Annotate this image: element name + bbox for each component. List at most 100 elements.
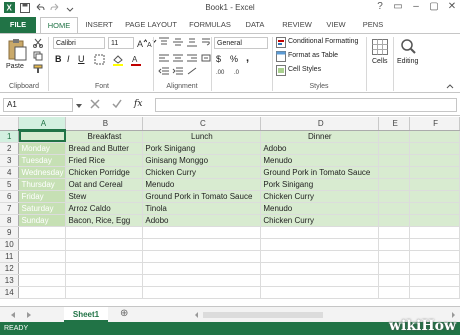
cell[interactable] (142, 238, 262, 251)
cell-lunch[interactable]: Chicken Curry (142, 166, 262, 179)
cell[interactable] (409, 202, 460, 215)
cut-icon[interactable] (33, 38, 43, 50)
column-header-b[interactable]: B (65, 117, 144, 131)
cell[interactable] (378, 202, 411, 215)
column-header-f[interactable]: F (409, 117, 460, 131)
align-top-icon[interactable] (158, 37, 170, 49)
row-header[interactable]: 2 (0, 142, 20, 155)
increase-indent-icon[interactable] (172, 67, 184, 77)
borders-icon[interactable] (94, 54, 105, 67)
tab-page-layout[interactable]: PAGE LAYOUT (122, 17, 180, 33)
cell-dinner[interactable]: Menudo (260, 202, 380, 215)
underline-button[interactable]: U (78, 54, 85, 64)
cell[interactable] (142, 250, 262, 263)
cell-dinner-header[interactable]: Dinner (260, 130, 380, 143)
cell[interactable] (142, 274, 262, 287)
cell[interactable] (18, 250, 67, 263)
cell-dinner[interactable]: Ground Pork in Tomato Sauce (260, 166, 380, 179)
cell[interactable] (378, 214, 411, 227)
row-header[interactable]: 5 (0, 178, 20, 191)
cell[interactable] (378, 154, 411, 167)
scroll-sheets-right-icon[interactable] (26, 311, 32, 321)
row-header[interactable]: 11 (0, 250, 20, 263)
cell[interactable] (409, 274, 460, 287)
cell[interactable] (260, 226, 380, 239)
font-name-select[interactable]: Calibri (53, 37, 105, 49)
cell[interactable] (409, 178, 460, 191)
format-as-table-button[interactable]: Format as Table (288, 52, 338, 59)
cell[interactable] (18, 238, 67, 251)
cell-breakfast[interactable]: Bacon, Rice, Egg (65, 214, 144, 227)
cell[interactable] (378, 226, 411, 239)
cell[interactable] (409, 166, 460, 179)
row-header[interactable]: 13 (0, 274, 20, 287)
cell[interactable] (409, 250, 460, 263)
copy-icon[interactable] (33, 51, 43, 63)
align-bottom-icon[interactable] (186, 37, 198, 49)
cell[interactable] (378, 274, 411, 287)
number-format-select[interactable]: General (214, 37, 268, 49)
cell[interactable] (378, 238, 411, 251)
row-header[interactable]: 7 (0, 202, 20, 215)
cell-table[interactable]: A B C D E F 1 Breakfast Lunch Dinner 2 M… (0, 117, 460, 299)
cell-breakfast[interactable]: Stew (65, 190, 144, 203)
worksheet-grid[interactable]: A B C D E F 1 Breakfast Lunch Dinner 2 M… (0, 117, 460, 299)
cell[interactable] (378, 286, 411, 299)
tab-file[interactable]: FILE (0, 17, 36, 33)
cell[interactable] (378, 142, 411, 155)
currency-button[interactable]: $ (216, 54, 221, 64)
orientation-icon[interactable] (186, 67, 198, 77)
add-sheet-button[interactable]: ⊕ (120, 308, 128, 319)
percent-button[interactable]: % (230, 54, 238, 64)
cell-dinner[interactable]: Adobo (260, 142, 380, 155)
row-header[interactable]: 14 (0, 286, 20, 299)
decrease-indent-icon[interactable] (158, 67, 170, 77)
fill-color-icon[interactable] (112, 54, 124, 68)
close-button[interactable]: ✕ (446, 1, 458, 12)
italic-button[interactable]: I (67, 54, 70, 64)
cells-icon[interactable] (372, 39, 388, 57)
increase-font-icon[interactable]: A (137, 38, 148, 50)
cell-day[interactable]: Friday (18, 190, 67, 203)
tab-review[interactable]: REVIEW (278, 17, 316, 33)
cell[interactable] (260, 250, 380, 263)
formula-input[interactable] (155, 98, 457, 112)
cell-breakfast-header[interactable]: Breakfast (65, 130, 144, 143)
cell-day[interactable]: Monday (18, 142, 67, 155)
wrap-text-icon[interactable] (201, 37, 211, 49)
cell-lunch[interactable]: Tinola (142, 202, 262, 215)
cell-styles-button[interactable]: Cell Styles (288, 66, 321, 73)
cell-lunch-header[interactable]: Lunch (142, 130, 262, 143)
cell[interactable] (409, 286, 460, 299)
cell[interactable] (142, 226, 262, 239)
cell[interactable] (409, 226, 460, 239)
bold-button[interactable]: B (55, 54, 62, 64)
cell[interactable] (409, 190, 460, 203)
align-middle-icon[interactable] (172, 37, 184, 49)
increase-decimal-icon[interactable]: .00 (216, 67, 230, 77)
cell[interactable] (409, 142, 460, 155)
comma-style-button[interactable]: , (246, 52, 249, 64)
cell-dinner[interactable]: Pork Sinigang (260, 178, 380, 191)
merge-center-icon[interactable] (201, 53, 211, 65)
cell-dinner[interactable]: Chicken Curry (260, 214, 380, 227)
cell[interactable] (142, 286, 262, 299)
maximize-button[interactable]: ▢ (428, 1, 440, 12)
minimize-button[interactable]: – (410, 1, 422, 12)
cell[interactable] (260, 274, 380, 287)
cell-lunch[interactable]: Adobo (142, 214, 262, 227)
sheet-tab-sheet1[interactable]: Sheet1 (64, 307, 108, 322)
cell[interactable] (409, 130, 460, 143)
cell-breakfast[interactable]: Bread and Butter (65, 142, 144, 155)
decrease-decimal-icon[interactable]: .0 (234, 67, 248, 77)
cell[interactable] (378, 262, 411, 275)
cell[interactable] (260, 238, 380, 251)
cell[interactable] (260, 262, 380, 275)
cell[interactable] (65, 286, 144, 299)
cell[interactable] (409, 154, 460, 167)
row-header[interactable]: 3 (0, 154, 20, 167)
align-center-icon[interactable] (172, 53, 184, 65)
format-as-table-icon[interactable] (276, 51, 286, 64)
paste-button[interactable]: Paste (6, 63, 24, 70)
row-header[interactable]: 8 (0, 214, 20, 227)
